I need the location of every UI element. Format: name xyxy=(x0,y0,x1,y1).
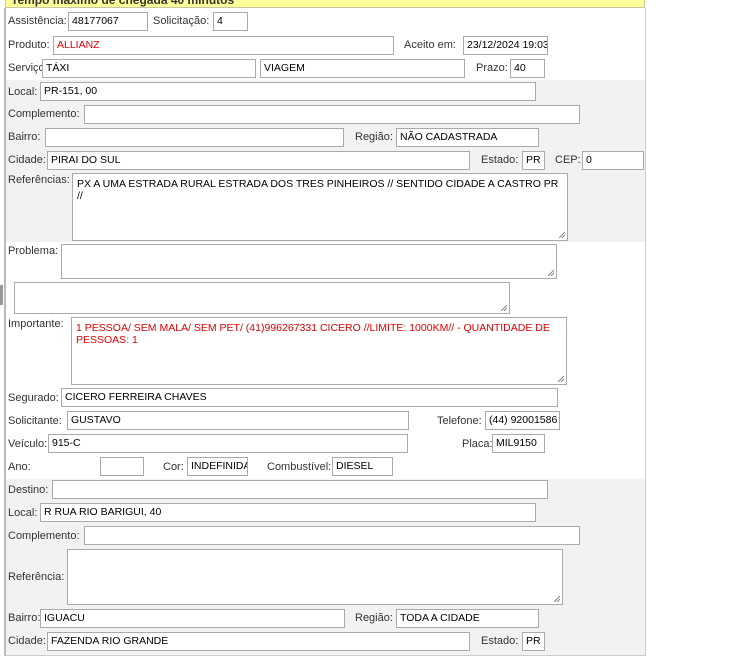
label-estado: Estado: xyxy=(481,154,519,166)
destino-cidade-field[interactable]: FAZENDA RIO GRANDE xyxy=(47,632,470,651)
label-destino-local: Local: xyxy=(8,507,38,519)
label-destino-referencia: Referência: xyxy=(8,571,65,583)
label-destino: Destino: xyxy=(8,484,49,496)
destino-local-field[interactable]: R RUA RIO BARIGUI, 40 xyxy=(40,503,536,522)
label-ano: Ano: xyxy=(8,461,31,473)
destino-regiao-field[interactable]: TODA A CIDADE xyxy=(396,609,539,628)
combustivel-field[interactable]: DIESEL xyxy=(332,457,393,476)
label-bairro: Bairro: xyxy=(8,131,41,143)
label-solicitacao: Solicitação: xyxy=(153,15,210,27)
scroll-handle[interactable] xyxy=(0,285,3,305)
referencias-textarea[interactable]: PX A UMA ESTRADA RURAL ESTRADA DOS TRES … xyxy=(72,173,568,241)
aceito-field[interactable]: 23/12/2024 19:03 xyxy=(463,36,548,55)
header-title: Tempo máximo de chegada 40 minutos xyxy=(5,0,645,8)
produto-field[interactable]: ALLIANZ xyxy=(53,36,394,55)
regiao-field[interactable]: NÃO CADASTRADA xyxy=(396,128,539,147)
ano-field[interactable] xyxy=(100,457,144,476)
label-veiculo: Veículo: xyxy=(8,438,48,450)
label-regiao: Região: xyxy=(355,131,393,143)
label-complemento: Complemento: xyxy=(8,108,80,120)
solicitante-field[interactable]: GUSTAVO xyxy=(67,411,409,430)
label-importante: Importante: xyxy=(8,318,64,330)
label-assistencia: Assistência: xyxy=(8,15,67,27)
cor-field[interactable]: INDEFINIDA xyxy=(187,457,248,476)
destino-estado-field[interactable]: PR xyxy=(522,632,545,651)
label-solicitante: Solicitante: xyxy=(8,415,62,427)
label-destino-cidade: Cidade: xyxy=(8,635,46,647)
problema-textarea[interactable] xyxy=(61,244,557,279)
label-segurado: Segurado: xyxy=(8,392,59,404)
label-placa: Placa: xyxy=(462,438,493,450)
destino-bairro-field[interactable]: IGUACU xyxy=(40,609,345,628)
cep-field[interactable]: 0 xyxy=(582,151,644,170)
servico-tipo-field[interactable]: VIAGEM xyxy=(260,59,465,78)
label-local: Local: xyxy=(8,86,38,98)
label-destino-regiao: Região: xyxy=(355,612,393,624)
estado-field[interactable]: PR xyxy=(522,151,545,170)
label-produto: Produto: xyxy=(8,39,50,51)
destino-complemento-field[interactable] xyxy=(84,526,580,545)
problema-detail-textarea[interactable] xyxy=(14,282,510,314)
prazo-field[interactable]: 40 xyxy=(510,59,545,78)
label-aceito: Aceito em: xyxy=(404,39,456,51)
bairro-field[interactable] xyxy=(45,128,344,147)
local-field[interactable]: PR-151, 00 xyxy=(40,82,536,101)
label-cidade: Cidade: xyxy=(8,154,46,166)
label-prazo: Prazo: xyxy=(476,62,508,74)
solicitacao-field[interactable]: 4 xyxy=(213,12,248,31)
label-destino-bairro: Bairro: xyxy=(8,612,41,624)
servico-field[interactable]: TÁXI xyxy=(42,59,256,78)
placa-field[interactable]: MIL9150 xyxy=(492,434,545,453)
label-destino-estado: Estado: xyxy=(481,635,519,647)
label-destino-complemento: Complemento: xyxy=(8,530,80,542)
label-cor: Cor: xyxy=(163,461,184,473)
importante-textarea[interactable]: 1 PESSOA/ SEM MALA/ SEM PET/ (41)9962673… xyxy=(71,317,567,385)
label-combustivel: Combustível: xyxy=(267,461,332,473)
label-cep: CEP: xyxy=(555,154,581,166)
label-referencias: Referências: xyxy=(8,174,70,186)
destino-referencia-textarea[interactable] xyxy=(67,549,563,605)
segurado-field[interactable]: CICERO FERREIRA CHAVES xyxy=(61,388,558,407)
veiculo-field[interactable]: 915-C xyxy=(48,434,408,453)
telefone-field[interactable]: (44) 92001586 xyxy=(485,411,560,430)
label-problema: Problema: xyxy=(8,245,59,257)
assistencia-field[interactable]: 48177067 xyxy=(68,12,148,31)
complemento-field[interactable] xyxy=(84,105,580,124)
destino-field[interactable] xyxy=(52,480,548,499)
label-telefone: Telefone: xyxy=(437,415,482,427)
cidade-field[interactable]: PIRAI DO SUL xyxy=(47,151,470,170)
